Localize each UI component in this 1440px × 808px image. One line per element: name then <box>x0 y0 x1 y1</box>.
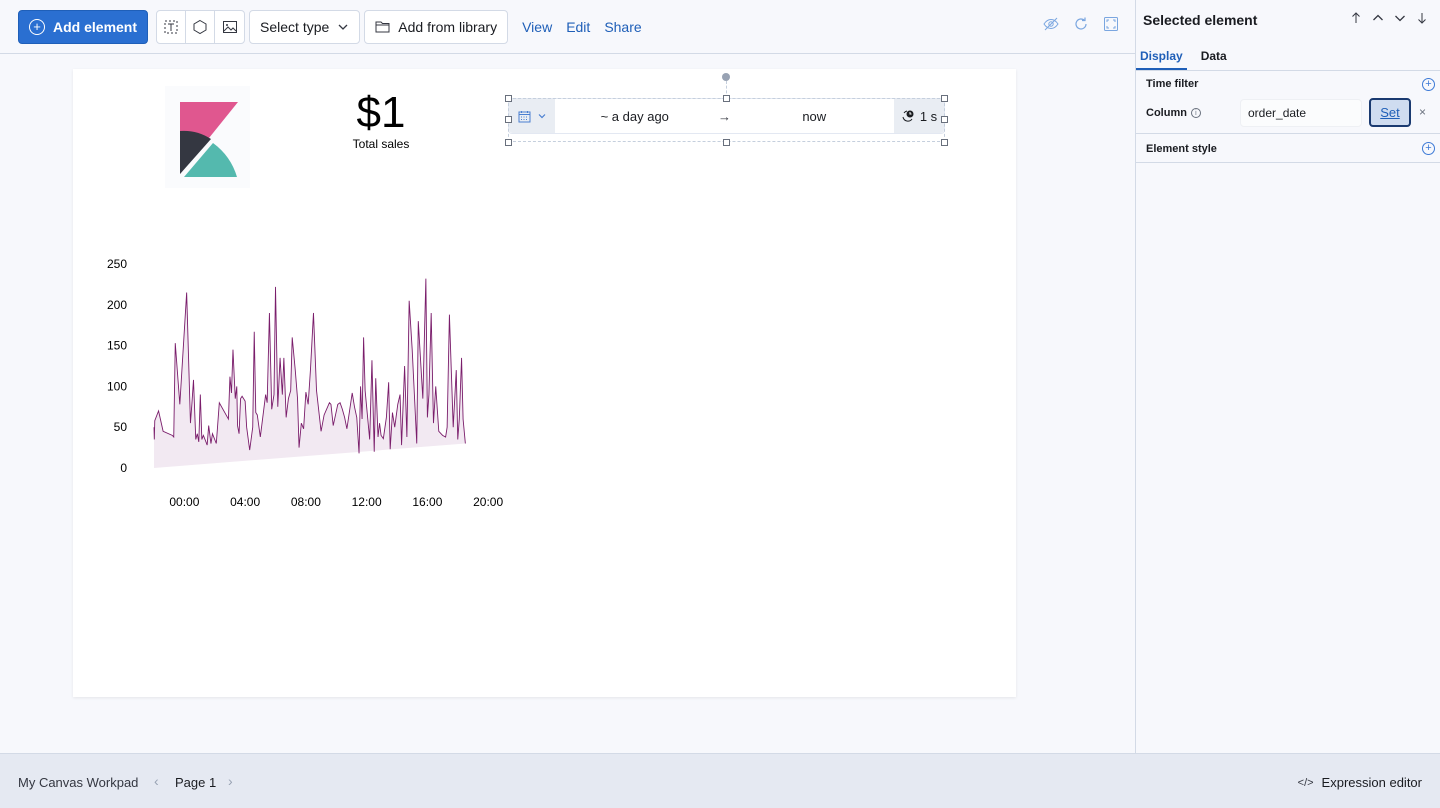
y-tick-label: 100 <box>107 379 127 393</box>
kibana-logo-icon <box>180 102 238 177</box>
chevron-down-icon <box>538 114 545 119</box>
x-tick-label: 08:00 <box>291 495 321 509</box>
metric-value: $1 <box>356 88 406 137</box>
time-filter-element[interactable]: ~ a day ago → now 1 s <box>508 98 945 134</box>
bring-to-front-icon[interactable] <box>1350 12 1362 24</box>
add-from-library-label: Add from library <box>398 18 498 35</box>
add-time-filter-arg-icon[interactable]: + <box>1422 77 1435 91</box>
start-date-button[interactable]: ~ a day ago <box>555 109 715 124</box>
fullscreen-icon[interactable] <box>1103 16 1119 32</box>
sidebar-tabs: Display Data <box>1136 42 1440 71</box>
expression-editor-label: Expression editor <box>1321 775 1422 790</box>
element-tool-group <box>156 9 246 44</box>
plus-circle-icon: + <box>29 18 45 35</box>
resize-handle-bottom-left[interactable] <box>505 139 512 146</box>
layer-order-controls <box>1350 12 1428 24</box>
resize-handle-bottom[interactable] <box>723 139 730 146</box>
column-label: Column i <box>1146 107 1201 119</box>
code-icon: </> <box>1297 776 1314 789</box>
end-date-button[interactable]: now <box>735 109 895 124</box>
expression-editor-button[interactable]: </> Expression editor <box>1298 775 1422 790</box>
y-tick-label: 250 <box>107 257 127 271</box>
refresh-icon[interactable] <box>1073 16 1089 32</box>
next-page-icon[interactable]: › <box>228 773 233 789</box>
rotate-handle[interactable] <box>722 73 730 81</box>
bring-forward-icon[interactable] <box>1372 12 1384 24</box>
workpad-name[interactable]: My Canvas Workpad <box>18 775 138 790</box>
canvas-area: $1 Total sales ~ a day ago → now 1 s 0 5… <box>0 55 1135 753</box>
add-element-style-icon[interactable]: + <box>1422 142 1435 155</box>
arrow-right-icon: → <box>718 108 731 124</box>
sidebar: Selected element Display Data Time filte… <box>1135 0 1440 753</box>
sidebar-title: Selected element <box>1143 12 1258 28</box>
add-element-label: Add element <box>53 18 138 35</box>
time-filter-section-header: Time filter + <box>1136 71 1440 97</box>
resize-handle-top[interactable] <box>723 95 730 102</box>
refresh-interval-value: 1 s <box>919 108 938 124</box>
x-tick-label: 12:00 <box>352 495 382 509</box>
info-icon[interactable]: i <box>1190 108 1201 119</box>
resize-handle-top-left[interactable] <box>505 95 512 102</box>
quick-select-button[interactable] <box>509 99 555 133</box>
share-menu-link[interactable]: Share <box>604 19 641 35</box>
x-tick-label: 00:00 <box>169 495 199 509</box>
toolbar: + Add element Select type Add from libra… <box>0 0 1135 54</box>
view-menu-link[interactable]: View <box>522 19 552 35</box>
y-tick-label: 200 <box>107 298 127 312</box>
add-from-library-button[interactable]: Add from library <box>364 9 509 44</box>
kibana-logo-element[interactable] <box>165 86 250 188</box>
refresh-interval-button[interactable]: 1 s <box>894 99 944 133</box>
element-style-section: Element style + <box>1136 134 1440 163</box>
shape-tool-button[interactable] <box>186 10 216 43</box>
total-sales-metric[interactable]: $1 Total sales <box>333 88 429 152</box>
image-tool-button[interactable] <box>215 11 244 43</box>
resize-handle-bottom-right[interactable] <box>941 139 948 146</box>
edit-menu-link[interactable]: Edit <box>566 19 590 35</box>
tab-data[interactable]: Data <box>1197 42 1231 70</box>
column-row: Column i order_date Set × <box>1136 96 1440 134</box>
previous-page-icon[interactable]: ‹ <box>154 773 159 789</box>
element-style-title: Element style <box>1146 142 1217 155</box>
y-tick-label: 150 <box>107 339 127 353</box>
remove-column-icon[interactable]: × <box>1419 105 1426 119</box>
text-tool-button[interactable] <box>157 10 187 43</box>
x-tick-label: 16:00 <box>412 495 442 509</box>
page-indicator[interactable]: Page 1 <box>175 775 216 790</box>
image-icon <box>222 20 237 33</box>
select-type-dropdown[interactable]: Select type <box>249 9 361 44</box>
tab-display[interactable]: Display <box>1136 42 1187 70</box>
select-type-label: Select type <box>260 18 330 35</box>
element-style-section-header: Element style + <box>1136 134 1440 163</box>
time-filter-section-title: Time filter <box>1146 78 1199 90</box>
chevron-down-icon <box>338 24 348 30</box>
resize-handle-top-right[interactable] <box>941 95 948 102</box>
calendar-icon <box>518 110 530 122</box>
footer: My Canvas Workpad ‹ Page 1 › </> Express… <box>0 753 1440 808</box>
resize-handle-left[interactable] <box>505 116 512 123</box>
add-element-button[interactable]: + Add element <box>18 9 149 44</box>
text-icon <box>164 20 178 33</box>
y-tick-label: 50 <box>114 420 128 434</box>
auto-refresh-icon <box>902 110 914 122</box>
shape-icon <box>193 19 207 34</box>
send-backward-icon[interactable] <box>1394 12 1406 24</box>
toolbar-right-icons <box>1043 16 1119 32</box>
workpad-page[interactable]: $1 Total sales ~ a day ago → now 1 s 0 5… <box>73 69 1016 697</box>
chart-area-fill <box>154 278 466 468</box>
folder-icon <box>375 21 390 33</box>
column-input[interactable]: order_date <box>1240 99 1362 127</box>
sales-area-chart[interactable]: 0 50 100 150 200 250 00:00 04:00 08:00 12:00 16:00… <box>93 229 553 519</box>
x-tick-label: 04:00 <box>230 495 260 509</box>
y-tick-label: 0 <box>120 461 127 475</box>
column-label-text: Column <box>1146 107 1187 119</box>
x-tick-label: 20:00 <box>473 495 503 509</box>
metric-label: Total sales <box>352 137 410 151</box>
resize-handle-right[interactable] <box>941 116 948 123</box>
hide-icon[interactable] <box>1043 16 1059 32</box>
send-to-back-icon[interactable] <box>1416 12 1428 24</box>
set-button[interactable]: Set <box>1369 98 1411 127</box>
